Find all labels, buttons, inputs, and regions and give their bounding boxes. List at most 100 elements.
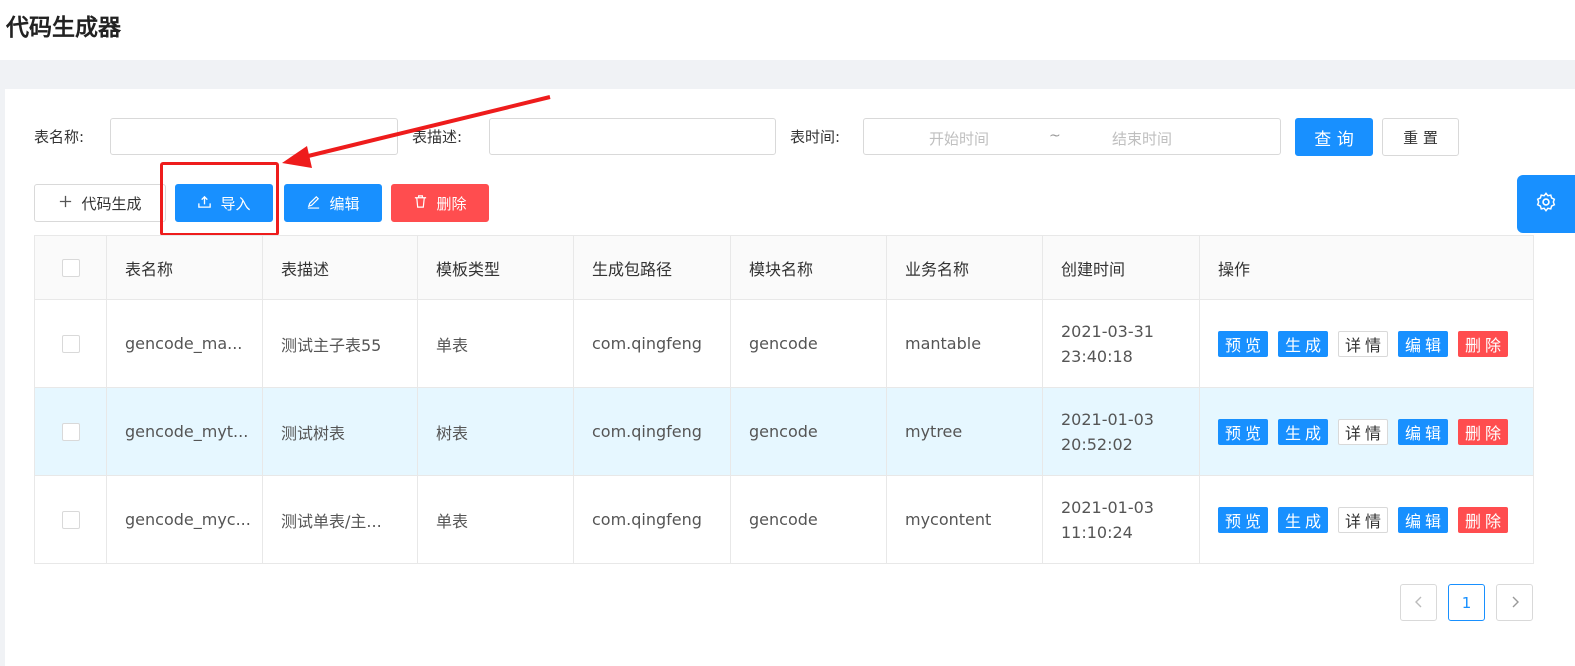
select-all-checkbox[interactable] xyxy=(61,259,80,278)
cell-actions: 预览 生成 详情 编辑 删除 xyxy=(1199,387,1534,476)
content-background-band xyxy=(0,60,1575,89)
code-generator-table: 表名称 表描述 模板类型 生成包路径 模块名称 业务名称 创建时间 操作 gen… xyxy=(34,235,1534,564)
chevron-left-icon xyxy=(1413,594,1425,612)
generate-button[interactable]: 生成 xyxy=(1278,418,1328,445)
page-number-button[interactable]: 1 xyxy=(1448,584,1485,621)
delete-label: 删除 xyxy=(436,194,467,213)
row-checkbox[interactable] xyxy=(61,335,80,354)
detail-button[interactable]: 详情 xyxy=(1338,330,1388,357)
row-delete-button[interactable]: 删除 xyxy=(1458,506,1508,533)
cell-table-desc: 测试单表/主... xyxy=(262,475,418,564)
column-header: 生成包路径 xyxy=(573,235,731,300)
cell-created-time: 2021-03-31 23:40:18 xyxy=(1042,299,1200,388)
cell-module-name: gencode xyxy=(730,299,887,388)
created-date: 2021-01-03 xyxy=(1061,409,1154,429)
date-range-picker[interactable]: 开始时间 ~ 结束时间 xyxy=(863,118,1281,155)
cell-template-type: 单表 xyxy=(417,299,574,388)
table-desc-input[interactable] xyxy=(489,118,776,155)
column-header: 模块名称 xyxy=(730,235,887,300)
table-time-label: 表时间: xyxy=(790,128,841,146)
generate-code-label: 代码生成 xyxy=(81,194,142,213)
column-header: 业务名称 xyxy=(886,235,1043,300)
cell-business-name: mantable xyxy=(886,299,1043,388)
created-clock: 23:40:18 xyxy=(1061,346,1133,366)
cell-module-name: gencode xyxy=(730,475,887,564)
settings-tab[interactable] xyxy=(1517,175,1575,233)
row-edit-button[interactable]: 编辑 xyxy=(1398,506,1448,533)
prev-page-button[interactable] xyxy=(1400,584,1437,621)
created-date: 2021-01-03 xyxy=(1061,497,1154,517)
cell-module-name: gencode xyxy=(730,387,887,476)
edit-button[interactable]: 编辑 xyxy=(284,184,382,222)
row-edit-button[interactable]: 编辑 xyxy=(1398,418,1448,445)
detail-button[interactable]: 详情 xyxy=(1338,418,1388,445)
cell-template-type: 树表 xyxy=(417,387,574,476)
row-select-cell[interactable] xyxy=(34,299,107,388)
cell-package-path: com.qingfeng xyxy=(573,299,731,388)
generate-button[interactable]: 生成 xyxy=(1278,506,1328,533)
cell-package-path: com.qingfeng xyxy=(573,387,731,476)
row-checkbox[interactable] xyxy=(61,423,80,442)
detail-button[interactable]: 详情 xyxy=(1338,506,1388,533)
chevron-right-icon xyxy=(1509,594,1521,612)
table-name-input[interactable] xyxy=(110,118,398,155)
column-header: 表名称 xyxy=(106,235,263,300)
column-header: 表描述 xyxy=(262,235,418,300)
generate-code-button[interactable]: 代码生成 xyxy=(34,184,166,222)
start-time-placeholder[interactable]: 开始时间 xyxy=(929,128,989,149)
preview-button[interactable]: 预览 xyxy=(1218,418,1268,445)
preview-button[interactable]: 预览 xyxy=(1218,330,1268,357)
row-select-cell[interactable] xyxy=(34,387,107,476)
range-separator: ~ xyxy=(1049,128,1061,144)
reset-button[interactable]: 重 置 xyxy=(1382,118,1459,156)
end-time-placeholder[interactable]: 结束时间 xyxy=(1112,128,1172,149)
table-row[interactable]: gencode_ma... 测试主子表55 单表 com.qingfeng ge… xyxy=(34,299,1534,388)
table-name-label: 表名称: xyxy=(34,128,85,146)
generate-button[interactable]: 生成 xyxy=(1278,330,1328,357)
cell-package-path: com.qingfeng xyxy=(573,475,731,564)
gear-icon xyxy=(1535,191,1557,217)
query-button-label: 查 询 xyxy=(1314,129,1354,150)
cell-table-name: gencode_ma... xyxy=(106,299,263,388)
cell-business-name: mytree xyxy=(886,387,1043,476)
created-clock: 11:10:24 xyxy=(1061,522,1133,542)
plus-icon xyxy=(58,194,73,213)
table-desc-label: 表描述: xyxy=(412,128,463,146)
column-header: 创建时间 xyxy=(1042,235,1200,300)
row-checkbox[interactable] xyxy=(61,511,80,530)
reset-button-label: 重 置 xyxy=(1403,128,1438,147)
table-row[interactable]: gencode_myt... 测试树表 树表 com.qingfeng genc… xyxy=(34,387,1534,476)
next-page-button[interactable] xyxy=(1496,584,1533,621)
delete-button[interactable]: 删除 xyxy=(391,184,489,222)
select-all-cell[interactable] xyxy=(34,235,107,300)
table-row[interactable]: gencode_myc... 测试单表/主... 单表 com.qingfeng… xyxy=(34,475,1534,564)
content-background-left xyxy=(0,89,5,666)
created-clock: 20:52:02 xyxy=(1061,434,1133,454)
cell-actions: 预览 生成 详情 编辑 删除 xyxy=(1199,475,1534,564)
column-header: 操作 xyxy=(1199,235,1534,300)
preview-button[interactable]: 预览 xyxy=(1218,506,1268,533)
cell-created-time: 2021-01-03 11:10:24 xyxy=(1042,475,1200,564)
page-title: 代码生成器 xyxy=(6,15,121,41)
created-date: 2021-03-31 xyxy=(1061,321,1154,341)
cell-created-time: 2021-01-03 20:52:02 xyxy=(1042,387,1200,476)
edit-icon xyxy=(306,194,321,213)
row-select-cell[interactable] xyxy=(34,475,107,564)
row-delete-button[interactable]: 删除 xyxy=(1458,418,1508,445)
cell-table-desc: 测试主子表55 xyxy=(262,299,418,388)
column-header: 模板类型 xyxy=(417,235,574,300)
table-header-row: 表名称 表描述 模板类型 生成包路径 模块名称 业务名称 创建时间 操作 xyxy=(34,235,1534,300)
row-delete-button[interactable]: 删除 xyxy=(1458,330,1508,357)
import-button[interactable]: 导入 xyxy=(175,184,273,222)
upload-icon xyxy=(197,194,212,213)
row-edit-button[interactable]: 编辑 xyxy=(1398,330,1448,357)
import-label: 导入 xyxy=(220,194,251,213)
cell-table-name: gencode_myc... xyxy=(106,475,263,564)
cell-table-name: gencode_myt... xyxy=(106,387,263,476)
cell-template-type: 单表 xyxy=(417,475,574,564)
trash-icon xyxy=(413,194,428,213)
cell-business-name: mycontent xyxy=(886,475,1043,564)
cell-actions: 预览 生成 详情 编辑 删除 xyxy=(1199,299,1534,388)
cell-table-desc: 测试树表 xyxy=(262,387,418,476)
query-button[interactable]: 查 询 xyxy=(1295,118,1373,156)
